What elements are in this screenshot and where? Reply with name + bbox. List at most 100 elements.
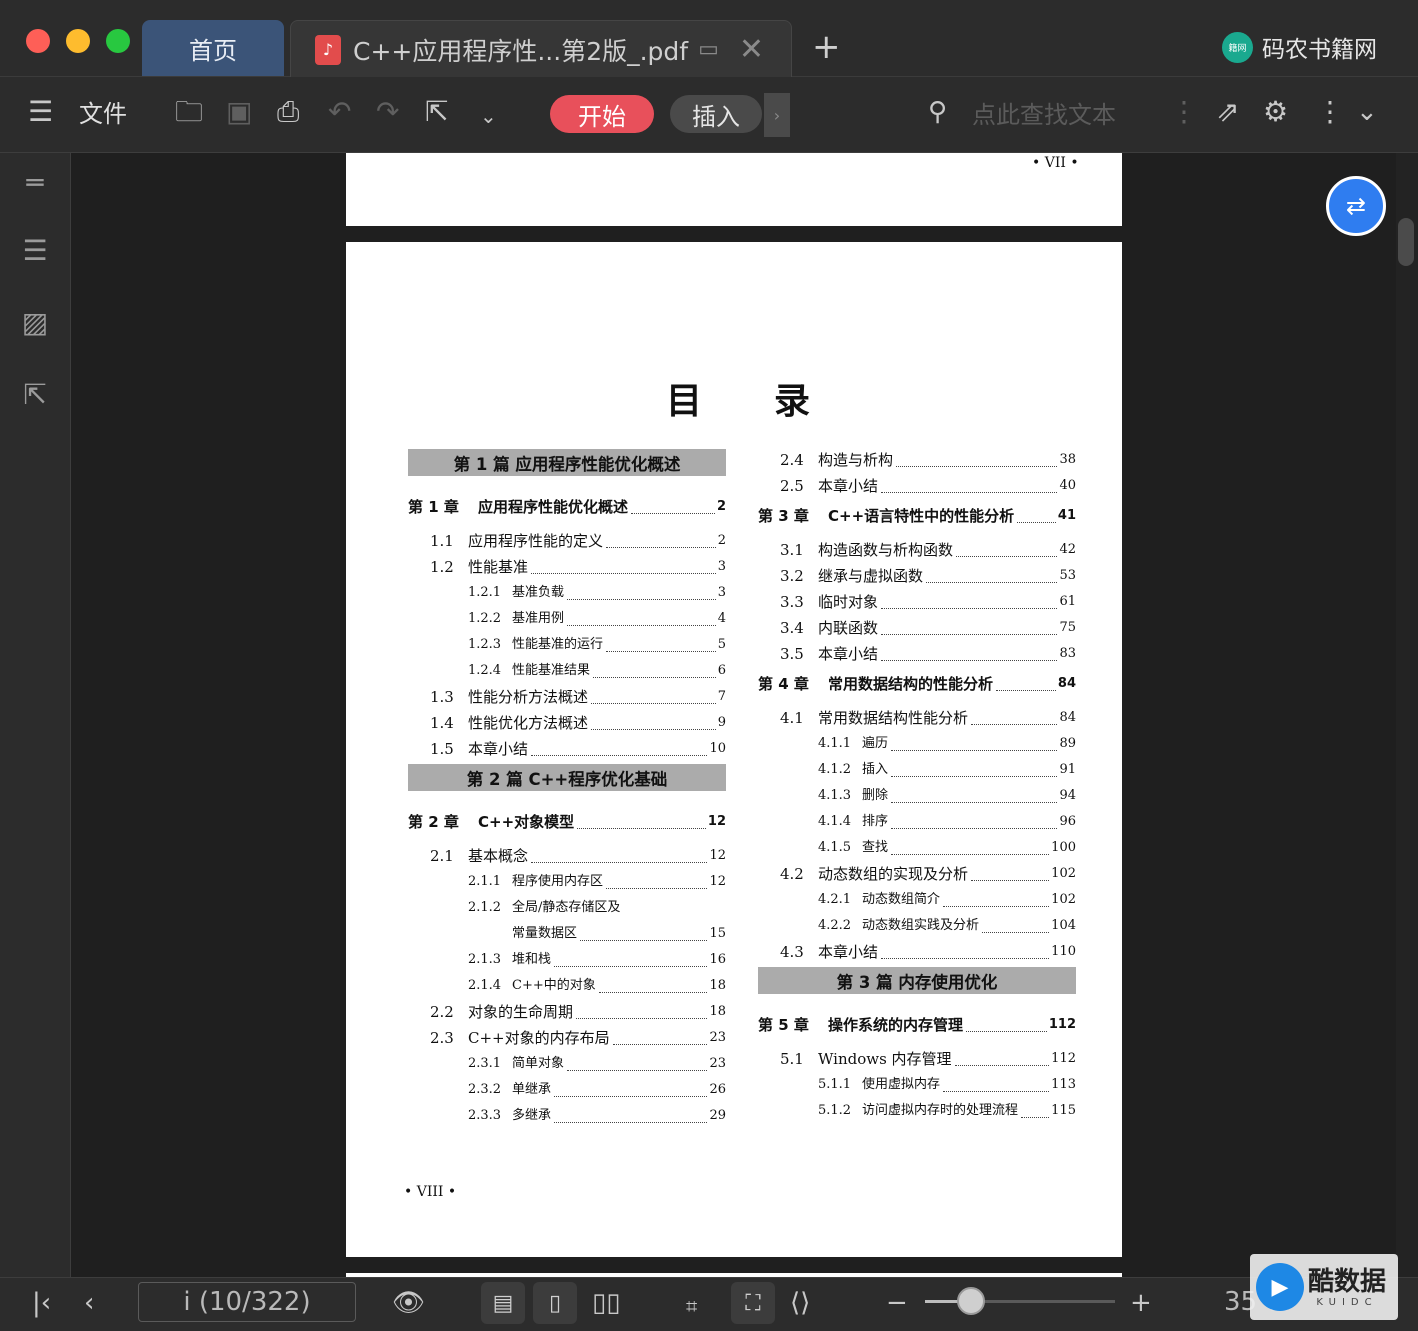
share-icon[interactable]: ⇗ bbox=[1216, 96, 1239, 128]
toc-entry[interactable]: 1.4 性能优化方法概述 9 bbox=[408, 710, 726, 736]
toc-entry[interactable]: 5.1 Windows 内存管理 112 bbox=[758, 1046, 1076, 1072]
toc-entry[interactable]: 2.2 对象的生命周期 18 bbox=[408, 999, 726, 1025]
more-tabs-arrow-icon[interactable]: › bbox=[764, 93, 790, 137]
fit-width-icon[interactable]: ⟨⟩ bbox=[790, 1287, 810, 1319]
toc-entry-label: 继承与虚拟函数 bbox=[818, 567, 924, 585]
toc-entry[interactable]: 2.1.4 C++中的对象 18 bbox=[408, 973, 726, 999]
convert-floating-icon[interactable]: ⇄ bbox=[1326, 176, 1386, 236]
toc-entry[interactable]: 2.1.1 程序使用内存区 12 bbox=[408, 869, 726, 895]
toc-entry[interactable]: 1.2.2 基准用例 4 bbox=[408, 606, 726, 632]
toc-entry[interactable]: 2.1.3 堆和栈 16 bbox=[408, 947, 726, 973]
more-options-icon[interactable]: ⋮ bbox=[1316, 96, 1344, 128]
toc-leader-dots bbox=[971, 724, 1058, 725]
outline-list-icon[interactable]: ☰ bbox=[18, 234, 52, 267]
toc-entry[interactable]: 第 3 章 C++语言特性中的性能分析 41 bbox=[758, 503, 1076, 529]
toc-entry[interactable]: 4.2 动态数组的实现及分析 102 bbox=[758, 861, 1076, 887]
maximize-window-button[interactable] bbox=[106, 29, 130, 53]
toc-entry[interactable]: 4.1.3 删除 94 bbox=[758, 783, 1076, 809]
thumbnail-panel-icon[interactable]: ═ bbox=[18, 166, 52, 199]
toc-entry[interactable]: 3.3 临时对象 61 bbox=[758, 589, 1076, 615]
toc-entry[interactable]: 第 2 章 C++对象模型 12 bbox=[408, 809, 726, 835]
toc-entry[interactable]: 4.1.5 查找 100 bbox=[758, 835, 1076, 861]
toc-entry[interactable]: 2.3.1 简单对象 23 bbox=[408, 1051, 726, 1077]
toc-entry[interactable]: 1.1 应用程序性能的定义 2 bbox=[408, 528, 726, 554]
toc-entry[interactable]: 2.1 基本概念 12 bbox=[408, 843, 726, 869]
toc-entry[interactable]: 1.5 本章小结 10 bbox=[408, 736, 726, 762]
toc-entry[interactable]: 1.2.3 性能基准的运行 5 bbox=[408, 632, 726, 658]
eye-protection-icon[interactable]: 👁 bbox=[392, 1287, 425, 1319]
toc-entry-label: 动态数组简介 bbox=[862, 892, 941, 907]
single-page-view-icon[interactable]: ▯ bbox=[533, 1282, 577, 1324]
toc-entry[interactable]: 4.1.2 插入 91 bbox=[758, 757, 1076, 783]
undo-icon[interactable]: ↶ bbox=[328, 96, 351, 128]
toc-entry-label: 性能基准结果 bbox=[512, 663, 591, 678]
continuous-view-icon[interactable]: ▤ bbox=[481, 1282, 525, 1324]
zoom-in-icon[interactable]: + bbox=[1130, 1287, 1152, 1319]
toc-entry[interactable]: 2.3.3 多继承 29 bbox=[408, 1103, 726, 1129]
toc-entry[interactable]: 2.3.2 单继承 26 bbox=[408, 1077, 726, 1103]
toc-entry[interactable]: 1.2 性能基准 3 bbox=[408, 554, 726, 580]
toc-entry-label: 单继承 bbox=[512, 1082, 552, 1097]
redo-icon[interactable]: ↷ bbox=[376, 96, 399, 128]
tab-document[interactable]: ♪ C++应用程序性...第2版_.pdf ▭ ✕ bbox=[290, 20, 792, 78]
minimize-window-button[interactable] bbox=[66, 29, 90, 53]
toc-entry[interactable]: 3.5 本章小结 83 bbox=[758, 641, 1076, 667]
convert-word-icon[interactable]: ⇱ bbox=[18, 378, 52, 411]
watermark-text: 酷数据 bbox=[1308, 1266, 1387, 1297]
toc-entry[interactable]: 3.2 继承与虚拟函数 53 bbox=[758, 563, 1076, 589]
export-word-icon[interactable]: ⇱ bbox=[425, 96, 448, 128]
toc-entry[interactable]: 4.2.2 动态数组实践及分析 104 bbox=[758, 913, 1076, 939]
toc-entry[interactable]: 第 4 章 常用数据结构的性能分析 84 bbox=[758, 671, 1076, 697]
toc-entry-number: 3.3 bbox=[780, 593, 804, 611]
toc-entry[interactable]: 2.4 构造与析构 38 bbox=[758, 447, 1076, 473]
toc-entry[interactable]: 1.3 性能分析方法概述 7 bbox=[408, 684, 726, 710]
print-icon[interactable]: ⎙ bbox=[277, 96, 299, 128]
toc-entry[interactable]: 5.1.2 访问虚拟内存时的处理流程 115 bbox=[758, 1098, 1076, 1124]
toc-entry[interactable]: 第 5 章 操作系统的内存管理 112 bbox=[758, 1012, 1076, 1038]
toc-entry[interactable]: 4.1.4 排序 96 bbox=[758, 809, 1076, 835]
two-page-view-icon[interactable]: ▯▯ bbox=[592, 1287, 621, 1319]
first-page-icon[interactable]: |‹ bbox=[32, 1287, 51, 1319]
brand[interactable]: 籍网 码农书籍网 bbox=[1222, 30, 1377, 64]
close-tab-icon[interactable]: ✕ bbox=[739, 32, 764, 67]
close-window-button[interactable] bbox=[26, 29, 50, 53]
toc-entry[interactable]: 4.2.1 动态数组简介 102 bbox=[758, 887, 1076, 913]
toc-entry[interactable]: 常量数据区 15 bbox=[408, 921, 726, 947]
hamburger-menu-icon[interactable]: ☰ bbox=[28, 96, 53, 128]
toc-entry[interactable]: 3.4 内联函数 75 bbox=[758, 615, 1076, 641]
chevron-down-icon[interactable]: ⌄ bbox=[480, 100, 497, 132]
toc-entry[interactable]: 第 1 章 应用程序性能优化概述 2 bbox=[408, 494, 726, 520]
save-icon[interactable]: ▣ bbox=[226, 96, 252, 128]
toc-entry[interactable]: 1.2.1 基准负载 3 bbox=[408, 580, 726, 606]
plus-icon[interactable]: + bbox=[812, 30, 841, 64]
zoom-out-icon[interactable]: − bbox=[886, 1287, 908, 1319]
actual-size-icon[interactable]: ⌗ bbox=[686, 1290, 697, 1322]
file-menu[interactable]: 文件 bbox=[79, 98, 127, 130]
vertical-scrollbar[interactable] bbox=[1396, 153, 1418, 1277]
gear-icon[interactable]: ⚙ bbox=[1263, 96, 1288, 128]
monitor-icon[interactable]: ▭ bbox=[698, 37, 719, 62]
previous-page-icon[interactable]: ‹ bbox=[84, 1287, 94, 1319]
open-folder-icon[interactable]: 🗀 bbox=[175, 96, 203, 128]
scrollbar-thumb[interactable] bbox=[1398, 218, 1414, 266]
watermark-subtext: KUIDC bbox=[1316, 1296, 1378, 1308]
toc-entry[interactable]: 4.1.1 遍历 89 bbox=[758, 731, 1076, 757]
zoom-slider-thumb[interactable] bbox=[956, 1287, 985, 1315]
toc-entry[interactable]: 2.1.2 全局/静态存储区及 bbox=[408, 895, 726, 921]
toc-entry-number: 第 5 章 bbox=[758, 1016, 809, 1034]
toc-entry[interactable]: 3.1 构造函数与析构函数 42 bbox=[758, 537, 1076, 563]
search-input[interactable] bbox=[970, 96, 1174, 134]
image-panel-icon[interactable]: ▨ bbox=[18, 306, 52, 339]
toc-entry[interactable]: 4.3 本章小结 110 bbox=[758, 939, 1076, 965]
collapse-toolbar-icon[interactable]: ⌄ bbox=[1356, 96, 1378, 128]
toc-entry[interactable]: 1.2.4 性能基准结果 6 bbox=[408, 658, 726, 684]
toc-entry[interactable]: 5.1.1 使用虚拟内存 113 bbox=[758, 1072, 1076, 1098]
fit-page-icon[interactable]: ⛶ bbox=[731, 1282, 775, 1324]
toc-entry[interactable]: 4.1 常用数据结构性能分析 84 bbox=[758, 705, 1076, 731]
insert-tab-button[interactable]: 插入 bbox=[670, 95, 762, 133]
toc-entry[interactable]: 2.5 本章小结 40 bbox=[758, 473, 1076, 499]
tab-home[interactable]: 首页 bbox=[142, 20, 284, 76]
start-tab-button[interactable]: 开始 bbox=[550, 95, 654, 133]
page-indicator[interactable]: i (10/322) bbox=[138, 1282, 356, 1322]
toc-entry[interactable]: 2.3 C++对象的内存布局 23 bbox=[408, 1025, 726, 1051]
